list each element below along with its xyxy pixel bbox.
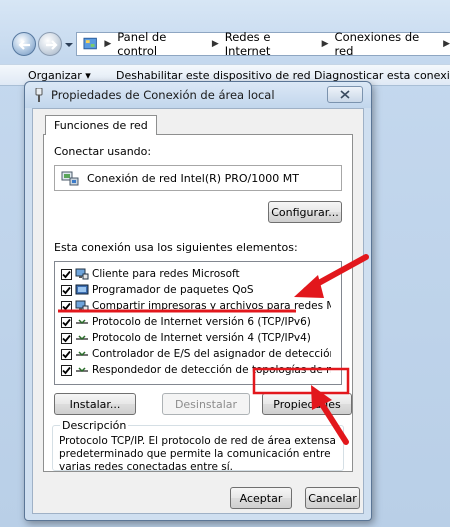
checkmark-icon — [62, 366, 71, 374]
checkbox[interactable] — [61, 332, 72, 344]
recent-pages-icon[interactable] — [64, 40, 74, 50]
network-cable-icon — [35, 88, 43, 102]
breadcrumb-network-internet[interactable]: Redes e Internet — [225, 30, 316, 58]
forward-button[interactable] — [38, 32, 62, 56]
components-list[interactable]: Cliente para redes Microsoft Programador… — [54, 261, 342, 385]
cancel-button[interactable]: Cancelar — [305, 487, 360, 509]
install-button[interactable]: Instalar... — [54, 393, 136, 415]
checkbox[interactable] — [61, 348, 72, 360]
item-label: Protocolo de Internet versión 4 (TCP/IPv… — [92, 332, 311, 344]
accept-button[interactable]: Aceptar — [230, 487, 292, 509]
control-panel-icon — [83, 37, 97, 50]
network-adapter-icon — [61, 171, 79, 186]
tab-networking[interactable]: Funciones de red — [45, 115, 157, 135]
checkmark-icon — [62, 270, 71, 278]
close-icon — [340, 90, 350, 99]
list-item[interactable]: Protocolo de Internet versión 4 (TCP/IPv… — [61, 330, 331, 346]
protocol-icon — [75, 363, 89, 377]
tab-panel-networking: Conectar usando: Conexión de red Intel(R… — [43, 134, 353, 473]
navigation-bar: ▶ Panel de control ▶ Redes e Internet ▶ … — [0, 22, 450, 62]
uninstall-button[interactable]: Desinstalar — [162, 393, 250, 415]
checkbox[interactable] — [61, 300, 72, 312]
item-label: Cliente para redes Microsoft — [92, 268, 240, 280]
item-label: Programador de paquetes QoS — [92, 284, 254, 296]
list-item[interactable]: Respondedor de detección de topologías d… — [61, 362, 331, 378]
checkmark-icon — [62, 350, 71, 358]
checkmark-icon — [62, 318, 71, 326]
checkmark-icon — [62, 302, 71, 310]
chevron-right-icon: ▶ — [104, 39, 112, 49]
item-label: Compartir impresoras y archivos para red… — [92, 300, 331, 312]
checkbox[interactable] — [61, 316, 72, 328]
adapter-name: Conexión de red Intel(R) PRO/1000 MT — [87, 171, 299, 185]
configure-button[interactable]: Configurar... — [268, 201, 342, 223]
list-item[interactable]: Programador de paquetes QoS — [61, 282, 331, 298]
chevron-right-icon: ▶ — [443, 39, 450, 49]
chevron-right-icon: ▶ — [321, 39, 329, 49]
protocol-icon — [75, 331, 89, 345]
breadcrumb-network-connections[interactable]: Conexiones de red — [335, 30, 438, 58]
components-label: Esta conexión usa los siguientes element… — [54, 241, 298, 254]
dialog-body: Funciones de red Conectar usando: Conexi… — [32, 108, 364, 514]
item-label: Respondedor de detección de topologías d… — [92, 364, 331, 376]
item-label: Controlador de E/S del asignador de dete… — [92, 348, 331, 360]
list-item[interactable]: Protocolo de Internet versión 6 (TCP/IPv… — [61, 314, 331, 330]
network-client-icon — [75, 299, 89, 313]
protocol-icon — [75, 347, 89, 361]
protocol-icon — [75, 315, 89, 329]
item-label: Protocolo de Internet versión 6 (TCP/IPv… — [92, 316, 311, 328]
list-item[interactable]: Compartir impresoras y archivos para red… — [61, 298, 331, 314]
arrow-right-icon — [46, 40, 58, 50]
description-legend: Descripción — [60, 419, 129, 432]
network-client-icon — [75, 267, 89, 281]
description-text: Protocolo TCP/IP. El protocolo de red de… — [59, 435, 336, 473]
breadcrumb-control-panel[interactable]: Panel de control — [117, 30, 206, 58]
description-group: Descripción Protocolo TCP/IP. El protoco… — [52, 419, 344, 473]
address-bar[interactable]: ▶ Panel de control ▶ Redes e Internet ▶ … — [76, 30, 450, 58]
checkmark-icon — [62, 286, 71, 294]
connect-using-label: Conectar usando: — [54, 145, 152, 158]
list-item[interactable]: Cliente para redes Microsoft — [61, 266, 331, 282]
properties-button[interactable]: Propiedades — [262, 393, 352, 415]
back-button[interactable] — [12, 32, 36, 56]
checkbox[interactable] — [61, 284, 72, 296]
chevron-right-icon: ▶ — [211, 39, 219, 49]
checkmark-icon — [62, 334, 71, 342]
properties-dialog: Propiedades de Conexión de área local Fu… — [24, 81, 372, 521]
checkbox[interactable] — [61, 268, 72, 280]
close-button[interactable] — [327, 86, 363, 103]
checkbox[interactable] — [61, 364, 72, 376]
arrow-left-icon — [18, 40, 30, 50]
list-item[interactable]: Controlador de E/S del asignador de dete… — [61, 346, 331, 362]
dialog-title: Propiedades de Conexión de área local — [51, 88, 275, 102]
service-icon — [75, 283, 89, 297]
adapter-display: Conexión de red Intel(R) PRO/1000 MT — [54, 165, 342, 191]
dialog-titlebar[interactable]: Propiedades de Conexión de área local — [25, 82, 371, 108]
